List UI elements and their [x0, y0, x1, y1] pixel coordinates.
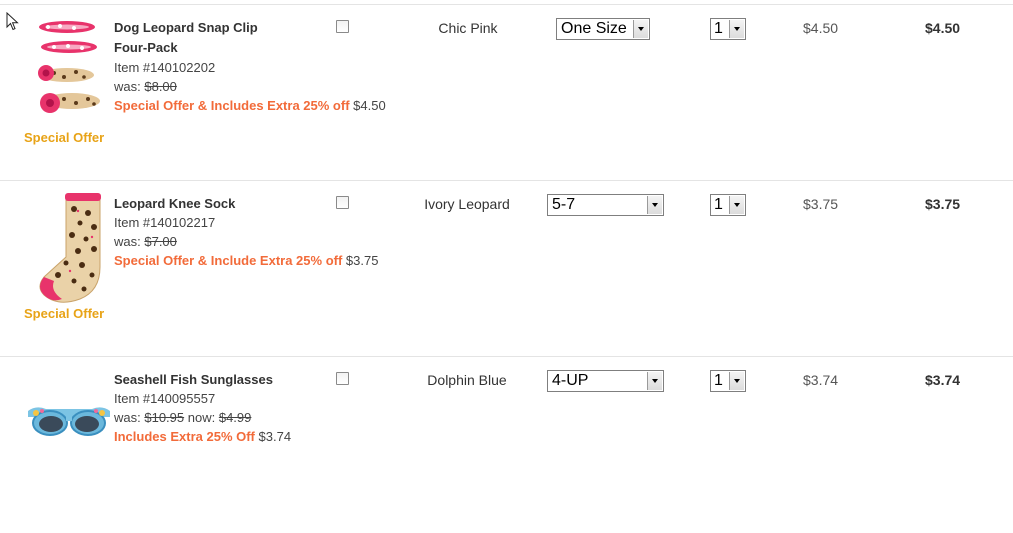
item-checkbox[interactable] — [336, 196, 349, 209]
item-number: Item #140102217 — [114, 215, 216, 230]
color-text: Dolphin Blue — [427, 372, 507, 388]
cart-row-1: Special Offer Dog Leopard Snap Clip Four… — [0, 5, 1013, 181]
product-name-line2[interactable]: Four-Pack — [114, 40, 178, 55]
item-number: Item #140102202 — [114, 60, 216, 75]
chevron-down-icon[interactable] — [633, 20, 648, 38]
size-value: One Size — [561, 20, 627, 37]
offer-line: Includes Extra 25% Off $3.74 — [114, 427, 424, 446]
hair-clips-image[interactable] — [34, 17, 104, 125]
product-name-line1[interactable]: Dog Leopard Snap Clip — [114, 20, 258, 35]
size-select[interactable]: One Size — [556, 18, 650, 40]
was-price-line: was: $10.95 now: $4.99 — [114, 408, 424, 427]
size-value: 4-UP — [552, 372, 589, 389]
offer-line: Special Offer & Include Extra 25% off $3… — [114, 251, 424, 270]
unit-price: $4.50 — [803, 20, 839, 36]
quantity-value: 1 — [714, 20, 723, 37]
special-offer-badge: Special Offer — [24, 306, 105, 321]
was-price-line: was: $8.00 — [114, 77, 424, 96]
total-price: $3.75 — [925, 196, 961, 212]
quantity-select[interactable]: 1 — [710, 370, 746, 392]
unit-price: $3.74 — [803, 372, 839, 388]
chevron-down-icon[interactable] — [729, 20, 744, 38]
knee-sock-image[interactable] — [36, 191, 106, 306]
now-price: $4.99 — [218, 410, 252, 425]
quantity-select[interactable]: 1 — [710, 18, 746, 40]
cart-row-2: Special Offer Leopard Knee Sock Item #14… — [0, 181, 1013, 357]
quantity-value: 1 — [714, 372, 723, 389]
chevron-down-icon[interactable] — [647, 372, 662, 390]
quantity-select[interactable]: 1 — [710, 194, 746, 216]
offer-text: Special Offer & Includes Extra 25% off — [114, 98, 350, 113]
color-text: Ivory Leopard — [424, 196, 510, 212]
item-info: Seashell Fish Sunglasses Item #140095557… — [114, 370, 424, 446]
total-price: $4.50 — [925, 20, 961, 36]
offer-text: Includes Extra 25% Off — [114, 429, 255, 444]
chevron-down-icon[interactable] — [729, 196, 744, 214]
was-price-line: was: $7.00 — [114, 232, 424, 251]
size-select[interactable]: 4-UP — [547, 370, 664, 392]
was-label: was: — [114, 234, 141, 249]
product-name-link[interactable]: Leopard Knee Sock — [114, 194, 424, 213]
product-name-link[interactable]: Dog Leopard Snap Clip Four-Pack — [114, 18, 304, 58]
item-info: Dog Leopard Snap Clip Four-Pack Item #14… — [114, 18, 424, 115]
unit-price: $3.75 — [803, 196, 839, 212]
sunglasses-image[interactable] — [26, 401, 112, 441]
item-checkbox[interactable] — [336, 20, 349, 33]
special-offer-badge: Special Offer — [24, 130, 105, 145]
size-select[interactable]: 5-7 — [547, 194, 664, 216]
chevron-down-icon[interactable] — [729, 372, 744, 390]
was-price: $8.00 — [144, 79, 177, 94]
now-label: now: — [187, 410, 216, 425]
quantity-value: 1 — [714, 196, 723, 213]
was-label: was: — [114, 79, 141, 94]
offer-price: $4.50 — [353, 98, 386, 113]
product-name-link[interactable]: Seashell Fish Sunglasses — [114, 370, 424, 389]
color-text: Chic Pink — [438, 20, 498, 36]
offer-price: $3.75 — [345, 253, 379, 268]
item-info: Leopard Knee Sock Item #140102217 was: $… — [114, 194, 424, 270]
was-price: $10.95 — [144, 410, 185, 425]
item-checkbox[interactable] — [336, 372, 349, 385]
total-price: $3.74 — [925, 372, 961, 388]
item-number: Item #140095557 — [114, 391, 216, 406]
cart-row-3: Seashell Fish Sunglasses Item #140095557… — [0, 357, 1013, 533]
size-value: 5-7 — [552, 196, 576, 213]
chevron-down-icon[interactable] — [647, 196, 662, 214]
was-label: was: — [114, 410, 141, 425]
offer-line: Special Offer & Includes Extra 25% off $… — [114, 96, 424, 115]
was-price: $7.00 — [144, 234, 177, 249]
offer-price: $3.74 — [258, 429, 292, 444]
offer-text: Special Offer & Include Extra 25% off — [114, 253, 343, 268]
